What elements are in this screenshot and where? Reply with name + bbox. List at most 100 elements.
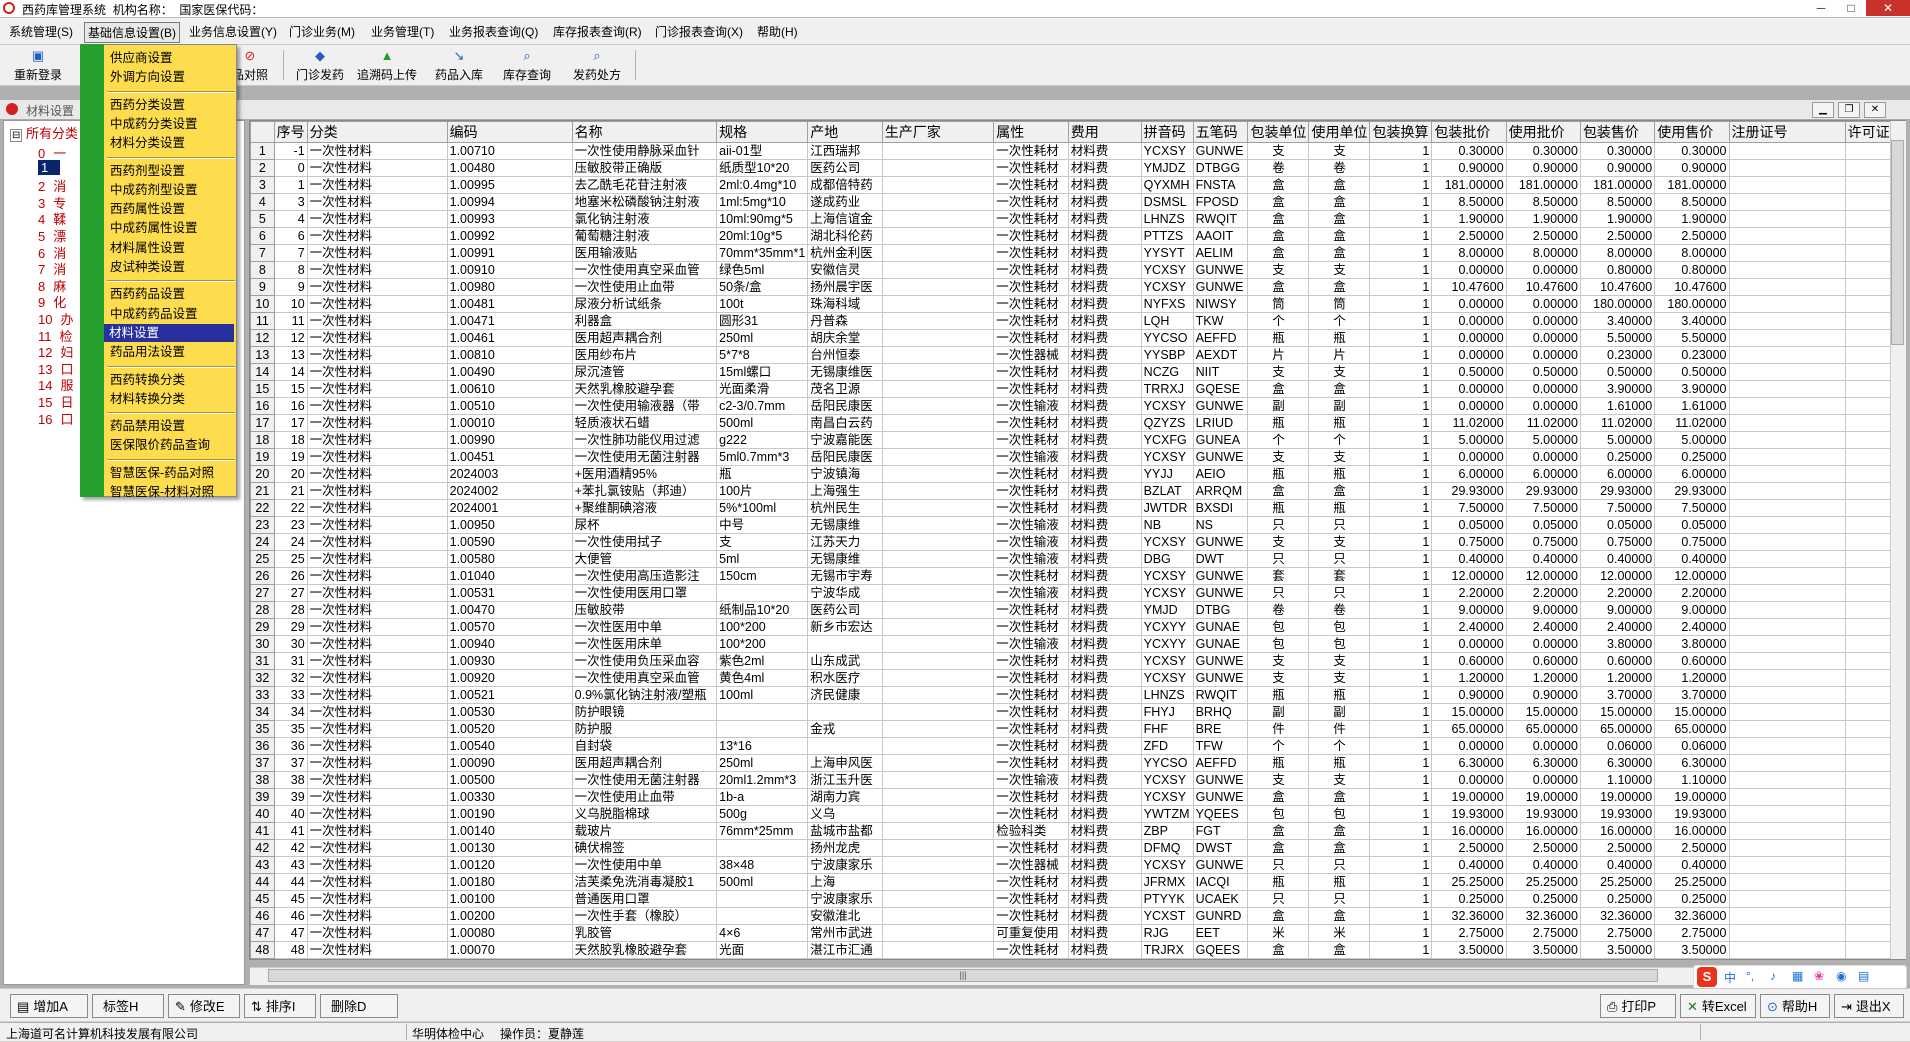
dropdown-item-13[interactable]: 材料设置 (104, 323, 234, 342)
keyboard-icon[interactable]: ▦ (1792, 969, 1803, 983)
table-row[interactable]: 8 8 一次性材料 1.00910 一次性使用真空采血管 绿色5ml 安徽信灵 一次性耗材 材料… (250, 261, 1905, 279)
table-row[interactable]: 13 13 一次性材料 1.00810 医用纱布片 5*7*8 台州恒泰 一次性器械 材料费 YY… (250, 346, 1905, 364)
column-header[interactable]: 包装换算 (1369, 121, 1433, 143)
dropdown-item-3[interactable]: 中成药分类设置 (82, 115, 235, 133)
menu-stock-reports[interactable]: 库存报表查询(R) (550, 22, 645, 41)
table-row[interactable]: 4 3 一次性材料 1.00994 地塞米松磷酸钠注射液 1ml:5mg*10 遂成药业 一次… (250, 193, 1905, 211)
table-row[interactable]: 20 20 一次性材料 2024003 +医用酒精95% 瓶宁波镇海 一次性耗材 材料费 YYJ… (250, 465, 1905, 483)
menu-help[interactable]: 帮助(H) (754, 22, 801, 41)
dropdown-item-18[interactable]: 医保限价药品查询 (82, 436, 235, 454)
drug-in-button[interactable]: ↘ 药品入库 (424, 48, 494, 83)
table-row[interactable]: 32 32 一次性材料 1.00920 一次性使用真空采血管 黄色4ml 积水医疗 一次性耗材… (250, 669, 1905, 687)
ime-language[interactable]: 中 (1724, 969, 1736, 986)
skin-icon[interactable]: ❀ (1814, 969, 1824, 983)
outpatient-dispense-button[interactable]: ◆ 门诊发药 (285, 48, 355, 83)
stock-query-button[interactable]: ⌕ 库存查询 (492, 48, 562, 83)
menu-business-reports[interactable]: 业务报表查询(Q) (446, 22, 541, 41)
table-row[interactable]: 2 0 一次性材料 1.00480 压敏胶带正确版 纸质型10*20 医药公司 一次性耗材 材料… (250, 159, 1905, 177)
dropdown-item-16[interactable]: 材料转换分类 (82, 390, 235, 408)
table-row[interactable]: 34 34 一次性材料 1.00530 防护眼镜 一次性耗材 材料费 FHYJ BRHQ 副副 1 1… (250, 703, 1905, 721)
tree-root[interactable]: ⊟ 所有分类 (10, 123, 78, 142)
column-header[interactable]: 使用售价 (1654, 121, 1730, 143)
dropdown-item-20[interactable]: 智慧医保-材料对照 (82, 483, 235, 501)
table-row[interactable]: 46 46 一次性材料 1.00200 一次性手套（橡胶） 安徽淮北 一次性耗材 材料费 YCX… (250, 907, 1905, 925)
dropdown-item-9[interactable]: 材料属性设置 (82, 239, 235, 257)
table-row[interactable]: 3 1 一次性材料 1.00995 去乙酰毛花苷注射液 2ml:0.4mg*10 成都倍特药… (250, 176, 1905, 194)
dropdown-item-19[interactable]: 智慧医保-药品对照 (82, 464, 235, 482)
trace-upload-button[interactable]: ▲ 追溯码上传 (352, 48, 422, 83)
microphone-icon[interactable]: ♪ (1770, 969, 1776, 983)
column-header[interactable]: 名称 (571, 121, 718, 143)
edit-button[interactable]: ✎ 修改E (168, 994, 240, 1018)
table-row[interactable]: 6 6 一次性材料 1.00992 葡萄糖注射液 20ml:10g*5 湖北科伦药 一次性耗材… (250, 227, 1905, 245)
table-row[interactable]: 35 35 一次性材料 1.00520 防护服 金戎 一次性耗材 材料费 FHF BRE 件件 1 65… (250, 720, 1905, 738)
table-row[interactable]: 36 36 一次性材料 1.00540 自封袋 13*16 一次性耗材 材料费 ZFD TFW 个个… (250, 737, 1905, 755)
horizontal-scroll-thumb[interactable]: ||| (268, 969, 1658, 982)
column-header[interactable]: 使用批价 (1505, 121, 1581, 143)
table-row[interactable]: 14 14 一次性材料 1.00490 尿沉渣管 15ml螺口 无锡康维医 一次性耗材 材料费 N… (250, 363, 1905, 381)
column-header[interactable]: 编码 (446, 121, 573, 143)
table-row[interactable]: 19 19 一次性材料 1.00451 一次性使用无菌注射器 5ml0.7mm*3 岳阳民康… (250, 448, 1905, 466)
table-row[interactable]: 10 10 一次性材料 1.00481 尿液分析试纸条 100t 珠海科域 一次性耗材 材料费 N… (250, 295, 1905, 313)
table-row[interactable]: 39 39 一次性材料 1.00330 一次性使用止血带 1b-a 湖南力宾 一次性耗材 材料费… (250, 788, 1905, 806)
column-header[interactable]: 分类 (306, 121, 448, 143)
table-row[interactable]: 47 47 一次性材料 1.00080 乳胶管 4×6 常州市武进 可重复使用 材料费 RJG EE… (250, 924, 1905, 942)
table-row[interactable]: 11 11 一次性材料 1.00471 利器盒 圆形31 丹普森 一次性耗材 材料费 LQH TKW… (250, 312, 1905, 330)
ime-toolbar[interactable]: S 中 °, ♪ ▦ ❀ ◉ ▤ (1693, 965, 1907, 989)
menu-business-settings[interactable]: 业务信息设置(Y) (186, 22, 280, 41)
exit-button[interactable]: ⇥ 退出X (1834, 994, 1904, 1018)
table-row[interactable]: 25 25 一次性材料 1.00580 大便管 5ml 无锡康维 一次性输液 材料费 DBG DWT… (250, 550, 1905, 568)
tree-node-16[interactable]: 16 口 (38, 409, 73, 428)
column-header[interactable]: 五笔码 (1192, 121, 1249, 143)
column-header[interactable]: 包装批价 (1431, 121, 1507, 143)
table-row[interactable]: 23 23 一次性材料 1.00950 尿杯 中号 无锡康维 一次性输液 材料费 NB NS 只只 1 0… (250, 516, 1905, 534)
menu-outpatient[interactable]: 门诊业务(M) (286, 22, 358, 41)
help-button[interactable]: ⊙ 帮助H (1760, 994, 1830, 1018)
dropdown-item-15[interactable]: 西药转换分类 (82, 371, 235, 389)
child-close-button[interactable]: ✕ (1864, 102, 1886, 118)
materials-grid[interactable]: 序号 分类 编码 名称 规格 产地 生产厂家 属性 费用 拼音码 五笔码 包装单位 使用单位 包装换算 包装… (249, 120, 1906, 960)
column-header[interactable]: 序号 (273, 121, 308, 143)
column-header[interactable]: 使用单位 (1308, 121, 1371, 143)
table-row[interactable]: 33 33 一次性材料 1.00521 0.9%氯化钠注射液/塑瓶 100ml 济民健康 一次… (250, 686, 1905, 704)
table-row[interactable]: 12 12 一次性材料 1.00461 医用超声耦合剂 250ml 胡庆余堂 一次性耗材 材料费… (250, 329, 1905, 347)
table-row[interactable]: 27 27 一次性材料 1.00531 一次性使用医用口罩 宁波华成 一次性输液 材料费 YCX… (250, 584, 1905, 602)
dropdown-item-6[interactable]: 中成药剂型设置 (82, 181, 235, 199)
dropdown-item-14[interactable]: 药品用法设置 (82, 343, 235, 361)
table-row[interactable]: 28 28 一次性材料 1.00470 压敏胶带 纸制品10*20 医药公司 一次性耗材 材料费… (250, 601, 1905, 619)
column-header[interactable]: 包装售价 (1579, 121, 1656, 143)
game-icon[interactable]: ◉ (1836, 969, 1846, 983)
ime-punct-icon[interactable]: °, (1746, 969, 1754, 983)
label-button[interactable]: 标签H (92, 994, 164, 1018)
table-row[interactable]: 29 29 一次性材料 1.00570 一次性医用中单 100*200 新乡市宏达 一次性耗材… (250, 618, 1905, 636)
table-row[interactable]: 21 21 一次性材料 2024002 +苯扎氯铵贴（邦迪） 100片 上海强生 一次性耗材材… (250, 482, 1905, 500)
table-row[interactable]: 18 18 一次性材料 1.00990 一次性肺功能仪用过滤 g222 宁波嘉能医 一次性耗材… (250, 431, 1905, 449)
table-row[interactable]: 37 37 一次性材料 1.00090 医用超声耦合剂 250ml 上海申风医 一次性耗材 材料… (250, 754, 1905, 772)
table-row[interactable]: 1 -1 一次性材料 1.00710 一次性使用静脉采血针 aii-01型 江西瑞邦 一次性耗… (250, 142, 1905, 160)
close-button[interactable]: ✕ (1866, 0, 1910, 16)
menu-business-management[interactable]: 业务管理(T) (368, 22, 437, 41)
table-row[interactable]: 30 30 一次性材料 1.00940 一次性医用床单 100*200 一次性输液 材料费 YC… (250, 635, 1905, 653)
column-header[interactable]: 注册证号 (1728, 121, 1846, 143)
table-row[interactable]: 41 41 一次性材料 1.00140 载玻片 76mm*25mm 盐城市盐都 检验科类 材料费… (250, 822, 1905, 840)
table-row[interactable]: 45 45 一次性材料 1.00100 普通医用口罩 宁波康家乐 一次性耗材 材料费 PTYYK… (250, 890, 1905, 908)
column-header[interactable]: 拼音码 (1140, 121, 1194, 143)
dropdown-item-4[interactable]: 材料分类设置 (82, 134, 235, 152)
table-row[interactable]: 5 4 一次性材料 1.00993 氯化钠注射液 10ml:90mg*5 上海信谊金 一次性耗… (250, 210, 1905, 228)
table-row[interactable]: 15 15 一次性材料 1.00610 天然乳橡胶避孕套 光面柔滑 茂名卫源 一次性耗材 材料费… (250, 380, 1905, 398)
column-header[interactable]: 费用 (1067, 121, 1142, 143)
table-row[interactable]: 31 31 一次性材料 1.00930 一次性使用负压采血容 紫色2ml 山东成武 一次性耗材… (250, 652, 1905, 670)
dropdown-item-11[interactable]: 西药药品设置 (82, 285, 235, 303)
table-row[interactable]: 26 26 一次性材料 1.01040 一次性使用高压造影注 150cm 无锡市宇寿 一次性耗… (250, 567, 1905, 585)
table-row[interactable]: 42 42 一次性材料 1.00130 碘伏棉签 扬州龙虎 一次性耗材 材料费 DFMQ DWST… (250, 839, 1905, 857)
sort-button[interactable]: ⇅ 排序I (244, 994, 316, 1018)
tree-node-1[interactable]: 1 (38, 159, 68, 175)
vertical-scroll-thumb[interactable] (1891, 140, 1904, 345)
dropdown-item-12[interactable]: 中成药药品设置 (82, 305, 235, 323)
child-minimize-button[interactable]: ▁ (1812, 102, 1834, 118)
table-row[interactable]: 17 17 一次性材料 1.00010 轻质液状石蜡 500ml 南昌白云药 一次性耗材 材料费… (250, 414, 1905, 432)
table-row[interactable]: 24 24 一次性材料 1.00590 一次性使用拭子支江苏天力 一次性输液 材料费 YCXS… (250, 533, 1905, 551)
menu-basic-settings[interactable]: 基础信息设置(B) (84, 22, 180, 43)
column-header[interactable]: 生产厂家 (881, 121, 995, 143)
add-button[interactable]: ▤ 增加A (10, 994, 88, 1018)
